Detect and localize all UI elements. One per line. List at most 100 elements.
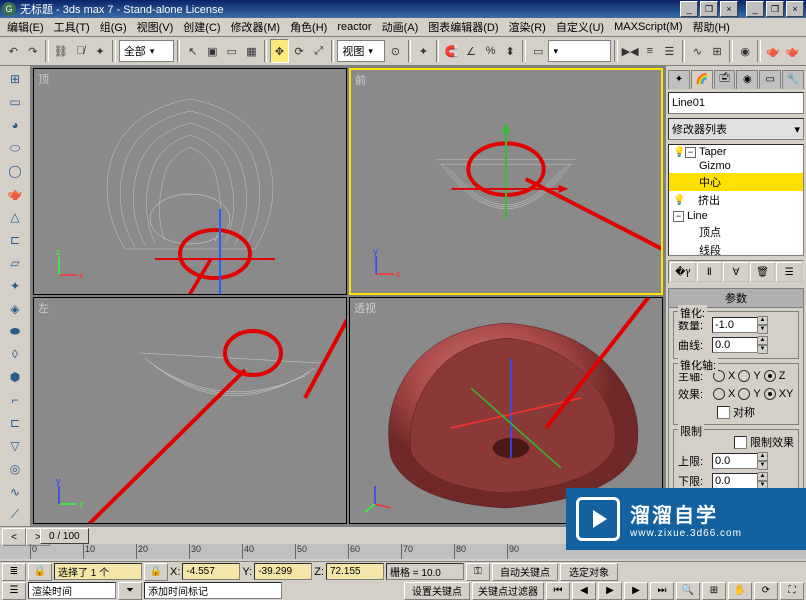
link-button[interactable]: ⛓	[52, 39, 71, 63]
lext-icon[interactable]: ⌐	[2, 389, 28, 412]
menu-item[interactable]: 自定义(U)	[553, 19, 607, 35]
key-filter-button[interactable]: 关键点过滤器	[472, 582, 544, 600]
menu-item[interactable]: 创建(C)	[180, 19, 223, 35]
add-time-tag[interactable]: 添加时间标记	[144, 582, 282, 599]
goto-end-button[interactable]: ⏭	[650, 582, 674, 600]
select-region-button[interactable]: ▭	[223, 39, 242, 63]
display-tab[interactable]: ▭	[759, 70, 781, 89]
cylinder-icon[interactable]: ⬭	[2, 137, 28, 160]
material-button[interactable]: ◉	[736, 39, 755, 63]
redo-button[interactable]: ↷	[24, 39, 43, 63]
zoom-all-button[interactable]: ⊞	[702, 582, 726, 600]
named-sel-button[interactable]: ▭	[529, 39, 548, 63]
effect-y-radio[interactable]	[738, 388, 750, 400]
hose-icon[interactable]: ∿	[2, 480, 28, 503]
cone-icon[interactable]: △	[2, 205, 28, 228]
capsule-icon[interactable]: ⬬	[2, 320, 28, 343]
prev-key-button[interactable]: <	[2, 528, 26, 546]
ref-coord-dropdown[interactable]: 视图	[337, 40, 385, 62]
center-button[interactable]: ⊙	[386, 39, 405, 63]
upper-spinner[interactable]: ▲▼	[712, 452, 768, 470]
named-sel-dropdown[interactable]	[548, 40, 611, 62]
gengon-icon[interactable]: ⬢	[2, 366, 28, 389]
unique-button[interactable]: ∀	[723, 262, 749, 282]
menu-item[interactable]: 修改器(M)	[228, 19, 284, 35]
spindle-icon[interactable]: ◊	[2, 343, 28, 366]
manip-button[interactable]: ✦	[414, 39, 433, 63]
hierarchy-tab[interactable]: 🖆	[714, 70, 736, 89]
percent-snap-button[interactable]: %	[481, 39, 500, 63]
tube-icon[interactable]: ⊏	[2, 228, 28, 251]
stack-vertex[interactable]: 顶点	[669, 223, 803, 241]
auto-key-button[interactable]: 自动关键点	[492, 563, 558, 581]
stack-line[interactable]: −Line	[669, 209, 803, 223]
key-mode-button[interactable]: ⚿	[466, 563, 490, 581]
menu-item[interactable]: 编辑(E)	[4, 19, 47, 35]
spinner-snap-button[interactable]: ⬍	[501, 39, 520, 63]
menu-item[interactable]: 视图(V)	[134, 19, 177, 35]
angle-snap-button[interactable]: ∠	[462, 39, 481, 63]
menu-item[interactable]: MAXScript(M)	[611, 21, 685, 33]
box-icon[interactable]: ▭	[2, 91, 28, 114]
modifier-list-dropdown[interactable]: 修改器列表▾	[668, 118, 804, 140]
selection-set-dropdown[interactable]: 全部	[119, 40, 174, 62]
torus-icon[interactable]: ◯	[2, 160, 28, 183]
y-field[interactable]: -39.299	[254, 563, 312, 580]
sphere-icon[interactable]: ◕	[2, 114, 28, 137]
motion-tab[interactable]: ◉	[736, 70, 758, 89]
menu-item[interactable]: 动画(A)	[379, 19, 422, 35]
menu-item[interactable]: 渲染(R)	[506, 19, 549, 35]
curve-editor-button[interactable]: ∿	[688, 39, 707, 63]
stack-taper[interactable]: 💡−Taper	[669, 145, 803, 159]
viewport-front[interactable]: 前 x y	[349, 68, 663, 295]
minimize-button[interactable]: _	[680, 1, 698, 17]
stack-extrude[interactable]: 💡挤出	[669, 191, 803, 209]
snap-button[interactable]: 🧲	[442, 39, 461, 63]
symmetry-checkbox[interactable]	[717, 406, 730, 419]
rotate-button[interactable]: ⟳	[290, 39, 309, 63]
remove-mod-button[interactable]: 🗑	[750, 262, 776, 282]
layers-button[interactable]: ☰	[660, 39, 679, 63]
chamfer-icon[interactable]: ◈	[2, 297, 28, 320]
restore-button[interactable]: ❐	[700, 1, 718, 17]
render-scene-button[interactable]: 🫖	[764, 39, 783, 63]
play-button[interactable]: ▶	[598, 582, 622, 600]
goto-start-button[interactable]: ⏮	[546, 582, 570, 600]
pin-stack-button[interactable]: �ץ	[670, 262, 696, 282]
modifier-stack[interactable]: 💡−Taper Gizmo 中心 💡挤出 −Line 顶点 线段 样条线	[668, 144, 804, 256]
create-tab[interactable]: ✦	[668, 70, 690, 89]
prompt-button[interactable]: ☰	[2, 582, 26, 600]
cext-icon[interactable]: ⊏	[2, 412, 28, 435]
amount-spinner[interactable]: ▲▼	[712, 316, 768, 334]
move-button[interactable]: ✥	[270, 39, 289, 63]
menu-item[interactable]: reactor	[334, 21, 374, 33]
prism-icon[interactable]: ▽	[2, 435, 28, 458]
quick-render-button[interactable]: 🫖	[783, 39, 802, 63]
menu-item[interactable]: 角色(H)	[287, 19, 330, 35]
restore2-button[interactable]: ❐	[766, 1, 784, 17]
next-frame-button[interactable]: ▶	[624, 582, 648, 600]
time-slider-thumb[interactable]: 0 / 100	[40, 528, 89, 544]
zoom-button[interactable]: 🔍	[676, 582, 700, 600]
curve-spinner[interactable]: ▲▼	[712, 336, 768, 354]
effect-xy-radio[interactable]	[764, 388, 776, 400]
align-button[interactable]: ≡	[641, 39, 660, 63]
stack-segment[interactable]: 线段	[669, 241, 803, 256]
configure-button[interactable]: ☰	[776, 262, 802, 282]
select-button[interactable]: ↖	[183, 39, 202, 63]
show-end-button[interactable]: Ⅱ	[697, 262, 723, 282]
viewport-left[interactable]: 左 z y	[33, 297, 347, 524]
effect-x-radio[interactable]	[713, 388, 725, 400]
primary-z-radio[interactable]	[764, 370, 776, 382]
bind-button[interactable]: ✦	[91, 39, 110, 63]
maximize-vp-button[interactable]: ⛶	[780, 582, 804, 600]
utilities-tab[interactable]: 🔧	[782, 70, 804, 89]
stack-center[interactable]: 中心	[669, 173, 803, 191]
viewport-top[interactable]: 顶	[33, 68, 347, 295]
z-field[interactable]: 72.155	[326, 563, 384, 580]
schematic-button[interactable]: ⊞	[708, 39, 727, 63]
window-crossing-button[interactable]: ▦	[242, 39, 261, 63]
close2-button[interactable]: ×	[786, 1, 804, 17]
time-tag-button[interactable]: ⏷	[118, 582, 142, 600]
unlink-button[interactable]: ⛓̸	[71, 39, 90, 63]
